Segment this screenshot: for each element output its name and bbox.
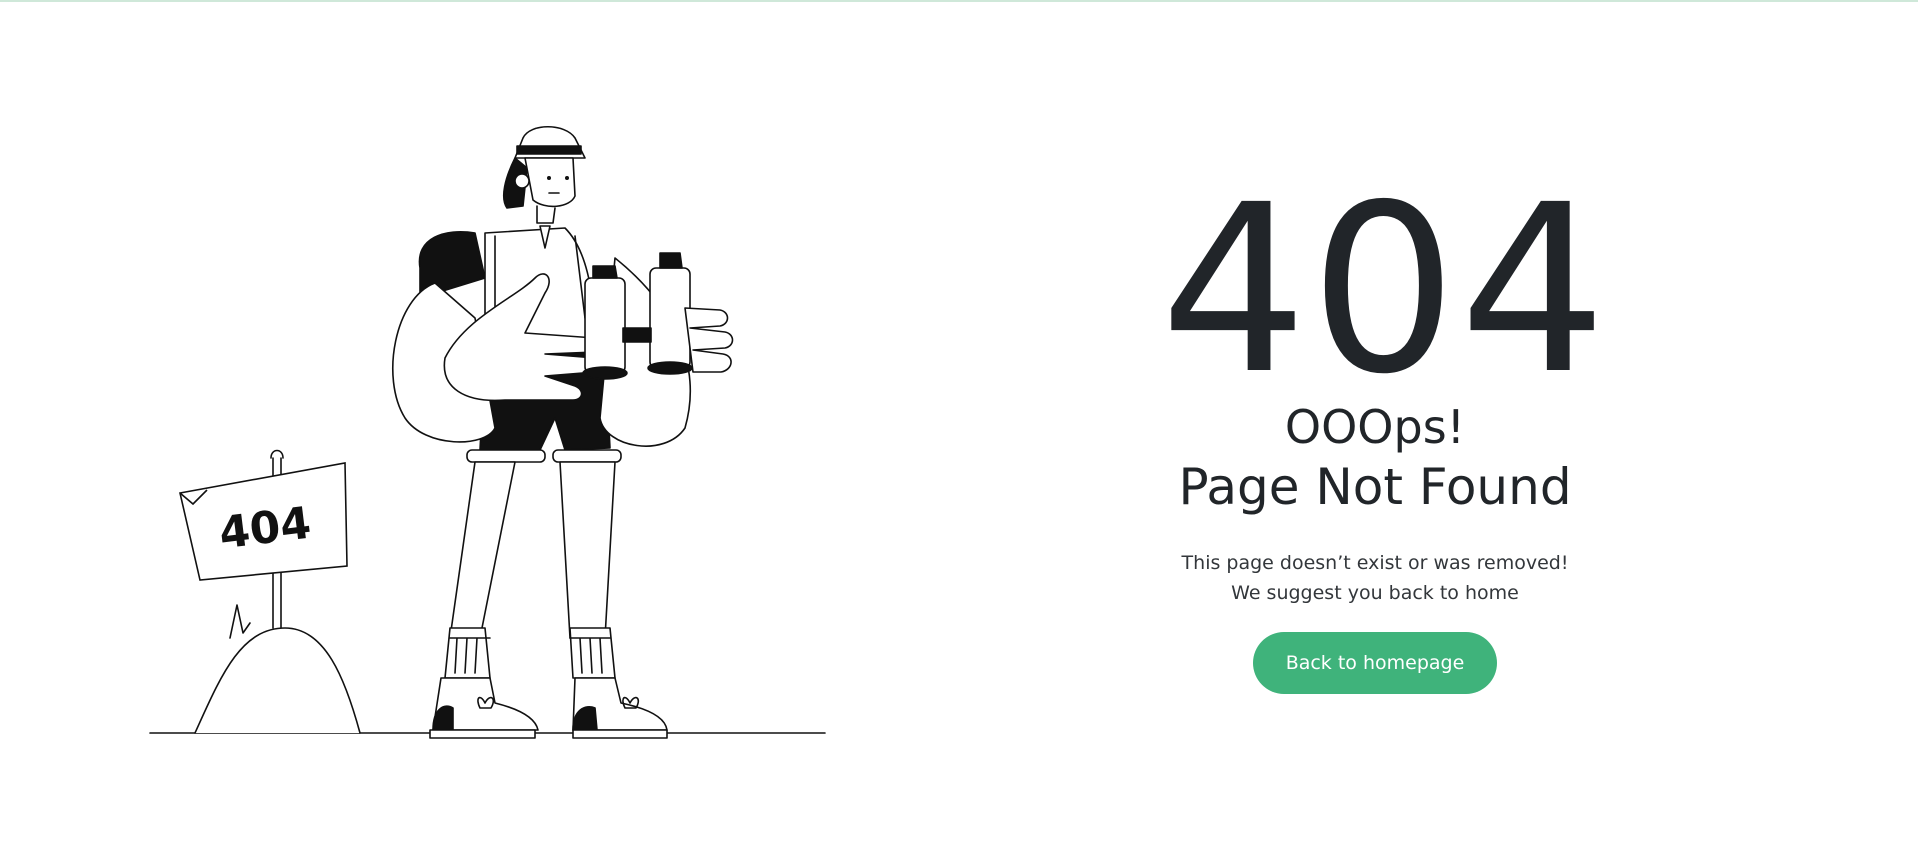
error-subheadline: Page Not Found bbox=[1178, 458, 1572, 516]
error-code: 404 bbox=[1160, 155, 1609, 425]
top-border bbox=[0, 0, 1918, 2]
back-to-homepage-button[interactable]: Back to homepage bbox=[1252, 632, 1498, 694]
error-page: 404 404 OOOps! Page Not Found This page … bbox=[0, 0, 1918, 867]
hiker-with-binoculars-illustration: 404 bbox=[149, 126, 826, 739]
error-content: 404 OOOps! Page Not Found This page does… bbox=[1160, 155, 1609, 694]
error-message: This page doesn’t exist or was removed! … bbox=[1181, 552, 1569, 604]
